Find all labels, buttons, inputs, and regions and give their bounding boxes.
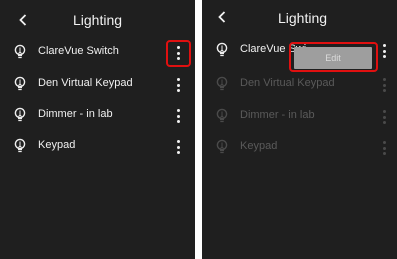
light-bulb-icon: [216, 139, 228, 154]
item-label: Den Virtual Keypad: [240, 77, 335, 89]
more-options-button[interactable]: [176, 109, 180, 123]
highlight-box: [289, 42, 378, 72]
list-item-den-virtual-keypad[interactable]: Den Virtual Keypad: [0, 69, 195, 100]
light-bulb-icon: [14, 107, 26, 122]
item-label: ClareVue Switch: [38, 45, 119, 57]
more-options-button: [382, 110, 386, 124]
more-options-button[interactable]: [382, 44, 386, 58]
item-label: Keypad: [240, 140, 278, 152]
list-item-dimmer-in-lab: Dimmer - in lab: [202, 101, 397, 132]
list-item-den-virtual-keypad: Den Virtual Keypad: [202, 69, 397, 100]
light-bulb-icon: [14, 44, 26, 59]
list-item-keypad: Keypad: [202, 132, 397, 163]
highlight-box: [166, 40, 191, 67]
light-bulb-icon: [14, 76, 26, 91]
light-bulb-icon: [216, 42, 228, 57]
item-label: Dimmer - in lab: [240, 109, 315, 121]
more-options-button[interactable]: [176, 140, 180, 154]
list-item-keypad[interactable]: Keypad: [0, 131, 195, 162]
more-options-button: [382, 78, 386, 92]
page-title: Lighting: [72, 12, 123, 28]
page-title: Lighting: [277, 10, 328, 26]
lighting-screen-right: Lighting ClareVue Swi Den Virtual Keypad…: [202, 0, 397, 259]
light-bulb-icon: [216, 108, 228, 123]
header: Lighting: [0, 0, 195, 40]
item-label: Keypad: [38, 139, 76, 151]
item-label: Den Virtual Keypad: [38, 77, 133, 89]
more-options-button[interactable]: [176, 78, 180, 92]
list-item-dimmer-in-lab[interactable]: Dimmer - in lab: [0, 100, 195, 131]
header: Lighting: [202, 0, 397, 40]
lighting-screen-left: Lighting ClareVue Switch Den Virtual Key…: [0, 0, 195, 259]
light-bulb-icon: [216, 76, 228, 91]
light-bulb-icon: [14, 138, 26, 153]
more-options-button: [382, 141, 386, 155]
item-label: Dimmer - in lab: [38, 108, 113, 120]
